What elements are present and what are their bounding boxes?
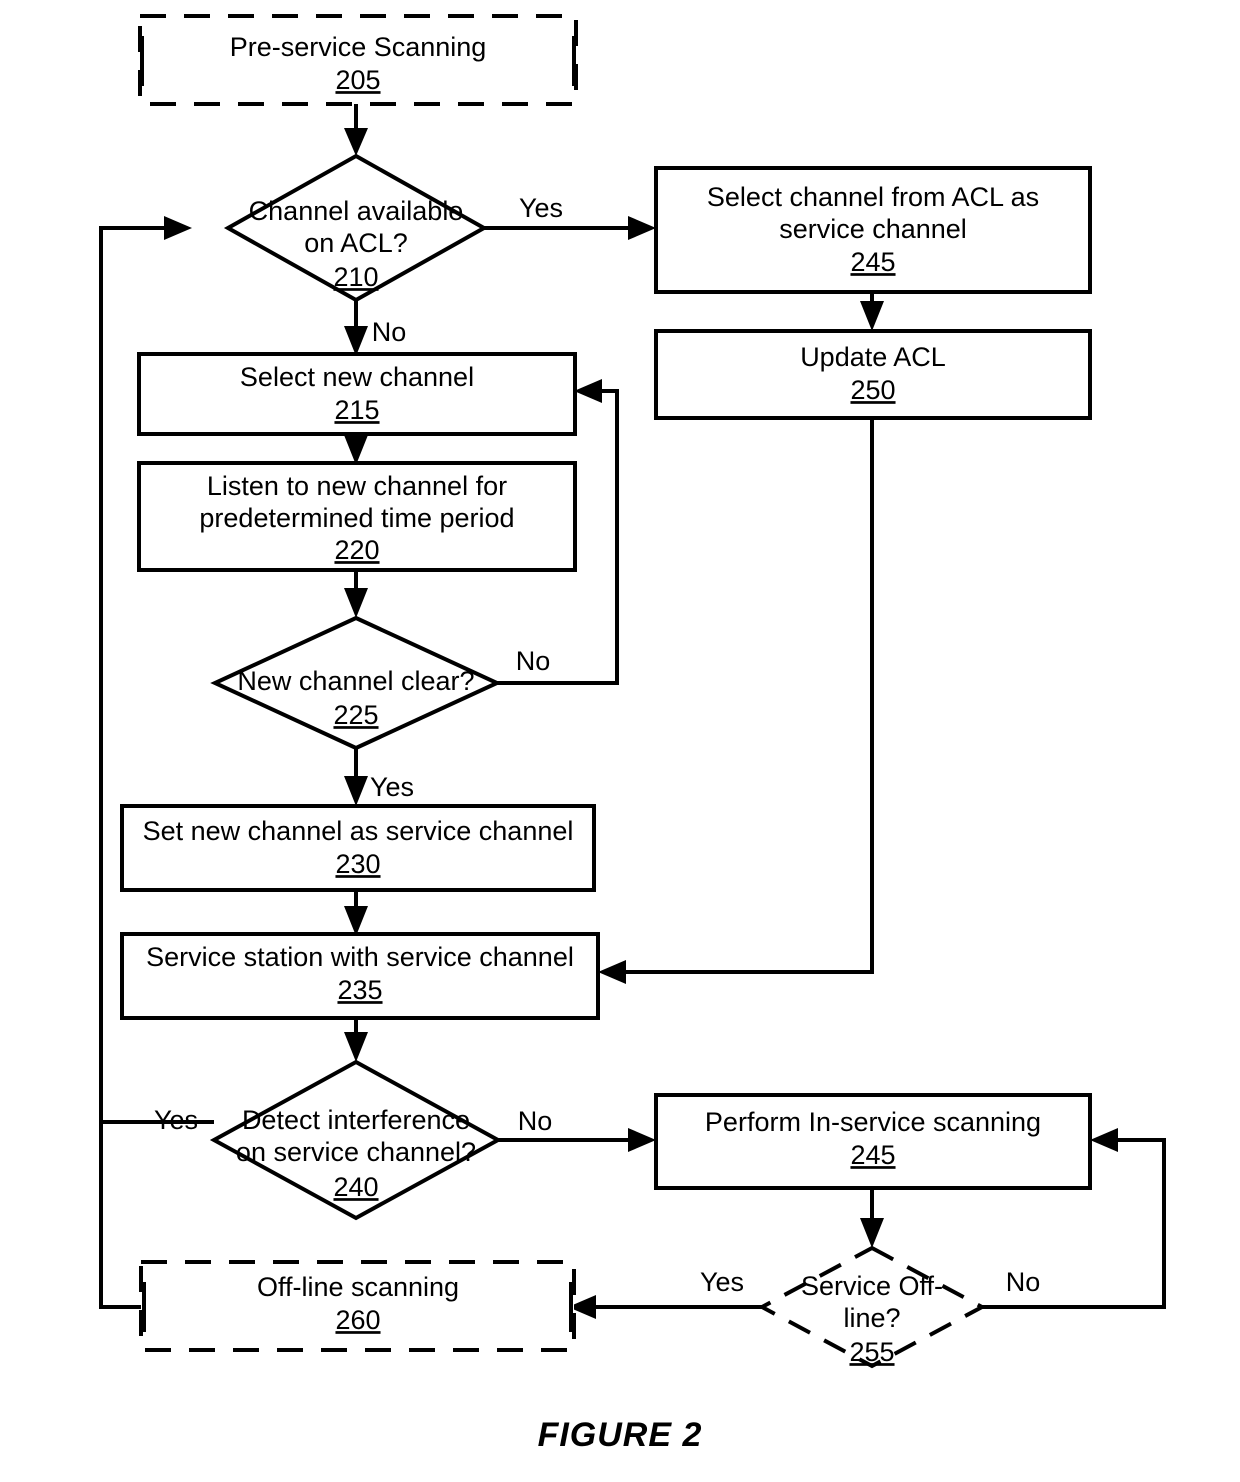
arrowhead-235-to-240 [344,1032,368,1062]
edge-label-225-yes: Yes [370,772,414,802]
arrowhead-left-rail-to-210 [164,216,192,240]
node-230-ref: 230 [335,849,380,879]
node-260-ref: 260 [335,1305,380,1335]
arrowhead-240-no [628,1128,656,1152]
node-245a-ref: 245 [850,247,895,277]
node-210-label-line1: Channel available [249,196,464,226]
arrowhead-205-to-210 [344,128,368,156]
node-220-ref: 220 [334,535,379,565]
node-255-ref: 255 [849,1337,894,1367]
node-245b-label: Perform In-service scanning [705,1107,1041,1137]
arrowhead-225-yes [344,776,368,806]
patent-figure-2: Pre-service Scanning 205 Channel availab… [0,0,1240,1482]
flowchart-canvas: Pre-service Scanning 205 Channel availab… [99,14,1166,1369]
node-240-ref: 240 [333,1172,378,1202]
edge-label-210-yes: Yes [519,193,563,223]
node-215-label: Select new channel [240,362,474,392]
edge-250-to-235 [622,418,874,974]
arrowhead-210-yes [628,216,656,240]
node-220-label-line2: predetermined time period [199,503,514,533]
arrowhead-210-no [344,326,368,356]
edge-label-210-no: No [372,317,407,347]
node-210-label-line2: on ACL? [304,228,408,258]
node-220-label-line1: Listen to new channel for [207,471,507,501]
node-205-ref: 205 [335,65,380,95]
node-225-label: New channel clear? [237,666,474,696]
arrowhead-225-no-loop [574,379,602,403]
node-235-label: Service station with service channel [146,942,574,972]
arrowhead-220-to-225 [344,588,368,618]
node-225-ref: 225 [333,700,378,730]
node-205-label: Pre-service Scanning [230,32,487,62]
node-240-label-line1: Detect interference [242,1105,470,1135]
node-210-ref: 210 [333,262,378,292]
node-250-ref: 250 [850,375,895,405]
edge-label-255-yes: Yes [700,1267,744,1297]
node-215-ref: 215 [334,395,379,425]
arrowhead-250-to-235 [598,960,626,984]
arrowhead-230-to-235 [344,906,368,936]
node-245a-label-line1: Select channel from ACL as [707,182,1039,212]
edge-label-225-no: No [516,646,551,676]
arrowhead-255-no-loop [1090,1128,1118,1152]
node-255-label-line1: Service Off- [801,1271,943,1301]
arrowhead-215-to-220 [344,435,368,465]
arrowhead-245b-to-255 [860,1218,884,1248]
edge-label-255-no: No [1006,1267,1041,1297]
node-255-label-line2: line? [843,1303,900,1333]
edge-label-240-yes: Yes [154,1105,198,1135]
node-250-label: Update ACL [800,342,946,372]
figure-caption: FIGURE 2 [537,1416,703,1454]
edge-label-240-no: No [518,1106,553,1136]
node-230-label: Set new channel as service channel [143,816,574,846]
node-245a-label-line2: service channel [779,214,967,244]
node-235-ref: 235 [337,975,382,1005]
node-245b-ref: 245 [850,1140,895,1170]
node-260-label: Off-line scanning [257,1272,459,1302]
node-240-label-line2: on service channel? [236,1137,476,1167]
arrowhead-245a-to-250 [860,301,884,331]
